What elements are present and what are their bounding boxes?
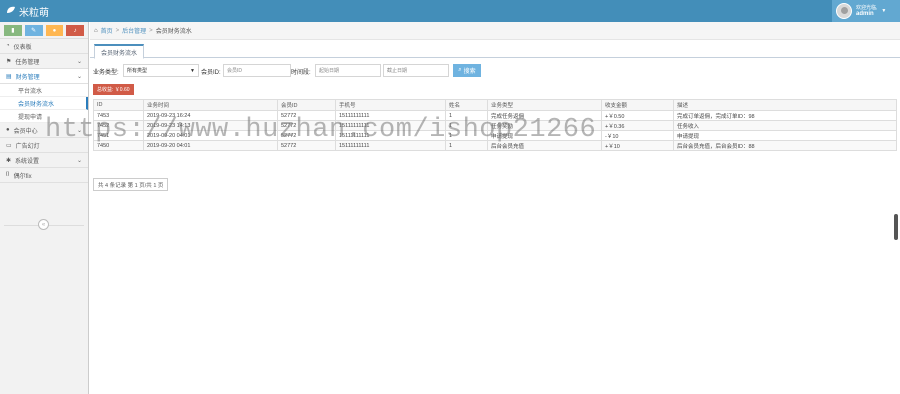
user-menu[interactable]: 欢迎光临, admin ▼ [832,0,900,22]
start-date-placeholder: 起始日期 [319,68,340,74]
scrollbar-thumb[interactable] [894,214,898,240]
total-value: ￥0.60 [114,87,130,93]
caret-down-icon: ▼ [881,8,887,14]
sidebar-subitem-label: 会员财务流水 [18,101,55,108]
bell-shortcut-button[interactable]: ♪ [66,25,84,36]
cell-description: 后台会员充值，后台会员ID：88 [673,140,897,151]
sidebar-item-settings[interactable]: ✱ 系统设置 ⌄ [0,153,88,168]
cell-description: 完成订单返佣，完成订单ID：98 [673,110,897,121]
sidebar-item-label: 偶尔fix [13,173,32,180]
sidebar-item-dashboard[interactable]: ◔ 仪表板 [0,39,88,54]
flag-icon: ⚑ [6,58,12,65]
time-range-label: 时间段: [291,70,311,76]
users-icon: ● [52,27,57,34]
cell-amount: +￥0.36 [601,120,674,131]
bookmark-icon: ⌷ [6,171,10,178]
sidebar-item-label: 仪表板 [13,44,32,51]
sidebar-item-finance[interactable]: ▤ 财务管理 ⌄ [0,69,88,84]
sidebar-item-label: 广告幻灯 [15,143,40,150]
top-navbar: 米粒萌 欢迎光临, admin ▼ [0,0,900,22]
pencil-icon: ✎ [31,28,37,34]
end-date-placeholder: 截止日期 [387,68,408,74]
member-id-placeholder: 会员ID [227,68,243,74]
total-income-badge: 总收益: ￥0.60 [93,84,134,95]
picture-icon: ▭ [6,142,12,149]
sidebar: ▮ ✎ ● ♪ ◔ 仪表板 ⚑ 任务管理 ⌄ ▤ 财务管理 ⌄ 平台流水 会员财… [0,22,89,394]
stats-icon: ▮ [11,28,15,34]
member-id-input[interactable]: 会员ID [223,64,291,77]
total-label: 总收益: [97,87,114,93]
breadcrumb: ⌂ 首页 > 后台管理 > 会员财务流水 [90,22,900,40]
type-select-value: 所有类型 [127,68,148,74]
breadcrumb-current: 会员财务流水 [155,29,192,35]
caret-down-icon: ▼ [190,68,195,74]
tab-label: 会员财务流水 [101,50,138,57]
sidebar-collapse-button[interactable]: « [38,219,49,230]
type-label: 业务类型: [93,70,119,76]
chevron-down-icon: ⌄ [76,157,82,164]
user-name: admin [856,11,874,17]
brand[interactable]: 米粒萌 [6,4,49,19]
home-icon: ⌂ [94,27,98,34]
column-header-id[interactable]: ID [93,99,144,111]
sidebar-item-fix[interactable]: ⌷ 偶尔fix [0,168,88,183]
cell-amount: +￥0.50 [601,110,674,121]
end-date-input[interactable]: 截止日期 [383,64,449,77]
type-select[interactable]: 所有类型 ▼ [123,64,199,77]
column-header-amount[interactable]: 收支金额 [601,99,674,111]
breadcrumb-separator: > [115,27,120,34]
search-button-label: 搜索 [463,69,476,75]
chevron-down-icon: ⌄ [76,73,82,80]
shortcut-bar: ▮ ✎ ● ♪ [0,22,88,39]
table-header-row: ID 业务时间 会员ID 手机号 姓名 业务类型 收支金额 描述 [93,99,897,111]
cell-amount: +￥10 [601,140,674,151]
column-header-description[interactable]: 描述 [673,99,897,111]
tab-bar: 会员财务流水 [90,40,900,59]
user-icon: ● [6,127,10,133]
filter-bar: 业务类型: 所有类型 ▼ 会员ID: 会员ID 时间段: 起始日期 截止日期 ⌕… [93,64,493,78]
stats-shortcut-button[interactable]: ▮ [4,25,22,36]
sidebar-subitem-label: 提现申请 [18,114,43,121]
member-id-label: 会员ID: [201,70,221,76]
money-icon: ▤ [6,73,12,80]
sidebar-subitem-platform-flow[interactable]: 平台流水 [0,84,88,97]
breadcrumb-home[interactable]: 首页 [101,26,113,35]
watermark: https://www.huzhan.com/ishop21266 [45,115,597,145]
chevron-down-icon: ⌄ [76,58,82,65]
start-date-input[interactable]: 起始日期 [315,64,381,77]
column-header-member-id[interactable]: 会员ID [277,99,336,111]
pagination-text: 共 4 条记录 第 1 页/共 1 页 [98,182,164,189]
sidebar-item-label: 任务管理 [15,59,40,66]
column-header-type[interactable]: 业务类型 [487,99,602,111]
double-chevron-left-icon: « [41,221,46,228]
main-content: ⌂ 首页 > 后台管理 > 会员财务流水 会员财务流水 业务类型: 所有类型 ▼… [90,22,900,394]
pagination-info: 共 4 条记录 第 1 页/共 1 页 [93,178,169,191]
sidebar-subitem-label: 平台流水 [18,88,43,95]
avatar [836,3,852,19]
column-header-name[interactable]: 姓名 [445,99,488,111]
bell-icon: ♪ [73,27,77,34]
column-header-time[interactable]: 业务时间 [143,99,278,111]
tab-member-flow[interactable]: 会员财务流水 [94,44,145,59]
sidebar-item-label: 会员中心 [13,128,38,135]
users-shortcut-button[interactable]: ● [45,25,64,36]
sidebar-item-label: 系统设置 [15,158,40,165]
pencil-shortcut-button[interactable]: ✎ [24,25,43,36]
sidebar-item-label: 财务管理 [15,74,40,81]
cell-amount: -￥10 [601,130,674,141]
app-title: 米粒萌 [19,8,49,19]
cell-description: 申请提现 [673,130,897,141]
sidebar-subitem-member-flow[interactable]: 会员财务流水 [0,97,88,110]
cell-description: 任务收入 [673,120,897,131]
search-button[interactable]: ⌕ 搜索 [453,64,481,77]
leaf-icon [6,6,16,17]
breadcrumb-parent[interactable]: 后台管理 [122,26,146,35]
search-icon: ⌕ [458,67,462,73]
sidebar-item-tasks[interactable]: ⚑ 任务管理 ⌄ [0,54,88,69]
column-header-phone[interactable]: 手机号 [335,99,446,111]
gear-icon: ✱ [6,157,12,164]
dashboard-icon: ◔ [6,43,10,49]
breadcrumb-separator: > [149,27,153,34]
